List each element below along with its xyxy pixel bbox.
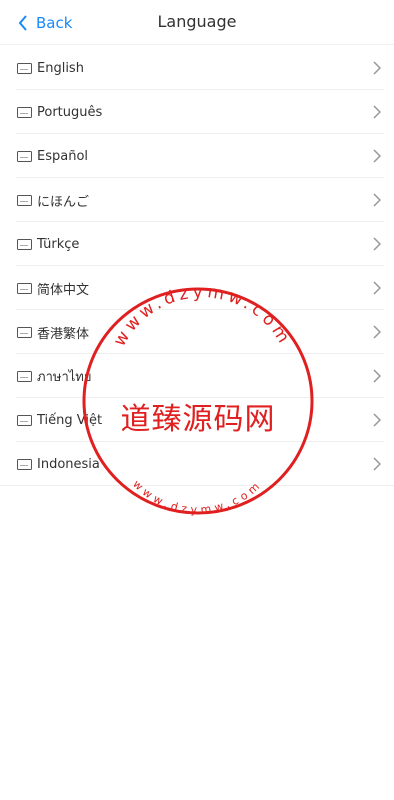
language-label: 香港繁体	[37, 326, 90, 342]
language-list: English Português Español にほんご Türkçe 简体…	[0, 46, 394, 486]
language-item[interactable]: にほんご	[0, 178, 394, 222]
divider	[0, 485, 394, 486]
keyboard-icon	[17, 370, 32, 382]
keyboard-icon	[17, 326, 32, 338]
language-item[interactable]: Español	[0, 134, 394, 178]
language-label: Español	[37, 148, 89, 164]
language-label: Türkçe	[37, 236, 80, 252]
keyboard-icon	[17, 194, 32, 206]
chevron-right-icon	[373, 105, 381, 119]
chevron-right-icon	[373, 369, 381, 383]
chevron-right-icon	[373, 193, 381, 207]
language-item[interactable]: Português	[0, 90, 394, 134]
page-title: Language	[157, 12, 237, 31]
language-item[interactable]: Türkçe	[0, 222, 394, 266]
language-item[interactable]: Indonesia	[0, 442, 394, 486]
language-label: にほんご	[37, 194, 90, 210]
keyboard-icon	[17, 150, 32, 162]
language-label: Português	[37, 104, 103, 120]
language-label: 简体中文	[37, 282, 90, 298]
language-item[interactable]: Tiếng Việt	[0, 398, 394, 442]
keyboard-icon	[17, 106, 32, 118]
keyboard-icon	[17, 458, 32, 470]
keyboard-icon	[17, 282, 32, 294]
language-label: Indonesia	[37, 456, 100, 472]
language-label: ภาษาไทย	[37, 369, 92, 385]
language-item[interactable]: English	[0, 46, 394, 90]
nav-bar: Back Language	[0, 0, 394, 45]
chevron-right-icon	[373, 237, 381, 251]
language-item[interactable]: ภาษาไทย	[0, 354, 394, 398]
keyboard-icon	[17, 62, 32, 74]
language-label: Tiếng Việt	[37, 412, 103, 428]
chevron-right-icon	[373, 281, 381, 295]
chevron-right-icon	[373, 61, 381, 75]
keyboard-icon	[17, 238, 32, 250]
keyboard-icon	[17, 414, 32, 426]
chevron-right-icon	[373, 325, 381, 339]
language-item[interactable]: 简体中文	[0, 266, 394, 310]
language-item[interactable]: 香港繁体	[0, 310, 394, 354]
chevron-right-icon	[373, 149, 381, 163]
language-label: English	[37, 60, 84, 76]
chevron-right-icon	[373, 413, 381, 427]
chevron-right-icon	[373, 457, 381, 471]
